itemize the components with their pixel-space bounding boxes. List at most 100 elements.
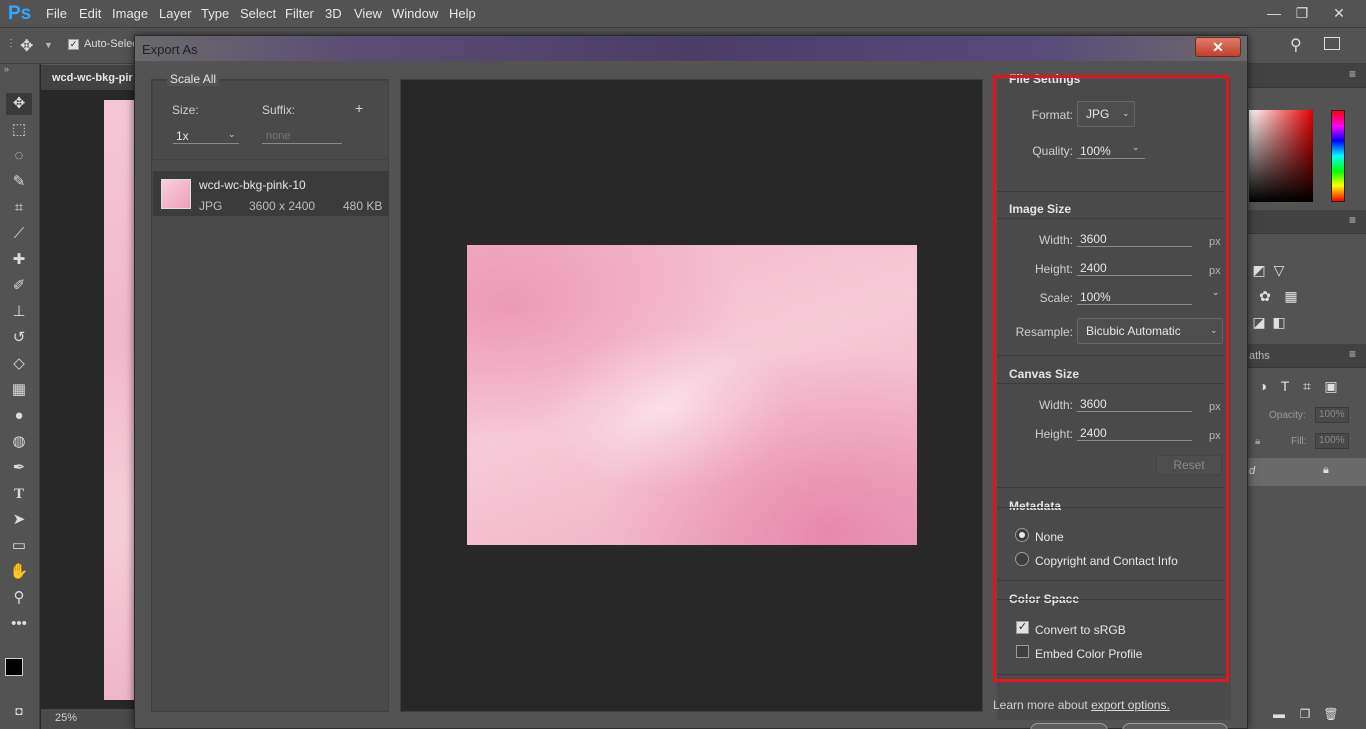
collapse-icon[interactable]: » xyxy=(4,64,9,74)
image-height-input[interactable]: 2400 xyxy=(1077,258,1192,276)
type-filter-icon[interactable]: T xyxy=(1275,376,1295,396)
search-icon[interactable]: ⚲ xyxy=(1290,35,1302,55)
shape-filter-icon[interactable]: ⌗ xyxy=(1297,376,1317,396)
reset-button[interactable]: Reset xyxy=(1156,455,1222,475)
minimize-icon[interactable]: — xyxy=(1263,3,1285,23)
stamp-tool-icon[interactable]: ⊥ xyxy=(6,301,32,323)
export-all-button[interactable] xyxy=(1122,723,1228,729)
convert-srgb-checkbox[interactable]: ✓ xyxy=(1016,621,1029,634)
lasso-tool-icon[interactable]: ◌ xyxy=(6,145,32,167)
menu-help[interactable]: Help xyxy=(449,6,476,21)
eraser-tool-icon[interactable]: ◇ xyxy=(6,353,32,375)
metadata-none-radio[interactable] xyxy=(1015,528,1029,542)
workspace-icon[interactable] xyxy=(1324,37,1340,50)
menu-type[interactable]: Type xyxy=(201,6,229,21)
metadata-copyright-label[interactable]: Copyright and Contact Info xyxy=(1035,554,1178,568)
hand-tool-icon[interactable]: ✋ xyxy=(6,561,32,583)
window-close-icon[interactable]: ✕ xyxy=(1328,3,1350,23)
menu-image[interactable]: Image xyxy=(112,6,148,21)
format-dropdown[interactable]: JPG ⌄ xyxy=(1077,101,1135,127)
menu-edit[interactable]: Edit xyxy=(79,6,101,21)
adjustment-filter-icon[interactable]: ◑ xyxy=(1253,376,1273,396)
smart-object-filter-icon[interactable]: ▣ xyxy=(1321,376,1341,396)
healing-brush-tool-icon[interactable]: ✚ xyxy=(6,249,32,271)
embed-profile-checkbox[interactable] xyxy=(1016,645,1029,658)
chevron-down-icon[interactable]: ⌄ xyxy=(1212,287,1220,298)
lock-icon[interactable]: 🔒︎ xyxy=(1255,436,1260,447)
menu-3d[interactable]: 3D xyxy=(325,6,342,21)
invert-icon[interactable]: ◪ xyxy=(1249,312,1269,332)
new-layer-icon[interactable]: ❐ xyxy=(1295,704,1315,724)
pen-tool-icon[interactable]: ✒ xyxy=(6,457,32,479)
type-tool-icon[interactable]: T xyxy=(6,483,32,505)
menu-layer[interactable]: Layer xyxy=(159,6,192,21)
scale-dropdown[interactable]: 100% xyxy=(1077,287,1192,305)
threshold-icon[interactable]: ◧ xyxy=(1269,312,1289,332)
cancel-button[interactable] xyxy=(1030,723,1108,729)
curves-icon[interactable]: ◩ xyxy=(1249,260,1269,280)
opacity-input[interactable]: 100% xyxy=(1315,407,1349,423)
marquee-tool-icon[interactable]: ⬚ xyxy=(6,119,32,141)
layer-row[interactable]: d 🔒︎ xyxy=(1245,458,1366,486)
export-options-link[interactable]: export options. xyxy=(1091,698,1170,712)
menu-filter[interactable]: Filter xyxy=(285,6,314,21)
more-tools-icon[interactable]: ••• xyxy=(6,613,32,635)
gradient-map-icon[interactable]: ▽ xyxy=(1269,260,1289,280)
panel-menu-icon[interactable]: ≡ xyxy=(1349,67,1356,81)
menu-window[interactable]: Window xyxy=(392,6,438,21)
restore-icon[interactable]: ❐ xyxy=(1291,3,1313,23)
fill-input[interactable]: 100% xyxy=(1315,433,1349,449)
color-lookup-icon[interactable]: ▦ xyxy=(1281,286,1301,306)
resample-value: Bicubic Automatic xyxy=(1086,324,1181,338)
quality-dropdown[interactable]: 100% ⌄ xyxy=(1077,140,1145,159)
channel-mixer-icon[interactable]: ✿ xyxy=(1255,286,1275,306)
tab-paths[interactable]: aths xyxy=(1249,350,1270,362)
zoom-level[interactable]: 25% xyxy=(55,712,77,724)
move-tool-icon[interactable]: ✥ xyxy=(6,93,32,115)
quick-mask-icon[interactable]: ◘ xyxy=(6,700,32,722)
canvas-width-input[interactable]: 3600 xyxy=(1077,394,1192,412)
add-scale-button[interactable]: + xyxy=(355,100,363,116)
menu-view[interactable]: View xyxy=(354,6,382,21)
document-tab[interactable]: wcd-wc-bkg-pir xyxy=(41,64,136,90)
rectangle-tool-icon[interactable]: ▭ xyxy=(6,535,32,557)
gradient-tool-icon[interactable]: ▦ xyxy=(6,379,32,401)
convert-srgb-label[interactable]: Convert to sRGB xyxy=(1035,623,1126,637)
tools-panel: » ✥ ⬚ ◌ ✎ ⌗ ⟋ ✚ ✐ ⊥ ↺ ◇ ▦ ● ◍ ✒ T ➤ ▭ ✋ … xyxy=(0,64,40,729)
chevron-down-icon: ⌄ xyxy=(1210,325,1218,335)
panel-menu-icon[interactable]: ≡ xyxy=(1349,347,1356,361)
brush-tool-icon[interactable]: ✐ xyxy=(6,275,32,297)
foreground-color-swatch[interactable] xyxy=(5,658,23,676)
panel-menu-icon[interactable]: ≡ xyxy=(1349,213,1356,227)
eyedropper-tool-icon[interactable]: ⟋ xyxy=(6,223,32,245)
image-width-input[interactable]: 3600 xyxy=(1077,229,1192,247)
color-picker-field[interactable] xyxy=(1249,110,1313,202)
chevron-down-icon[interactable]: ▼ xyxy=(44,40,53,50)
dialog-titlebar[interactable]: Export As ✕ xyxy=(135,36,1247,61)
embed-profile-label[interactable]: Embed Color Profile xyxy=(1035,647,1142,661)
path-select-tool-icon[interactable]: ➤ xyxy=(6,509,32,531)
suffix-input[interactable]: none xyxy=(262,126,342,144)
canvas-height-input[interactable]: 2400 xyxy=(1077,423,1192,441)
blur-tool-icon[interactable]: ● xyxy=(6,405,32,427)
quick-select-tool-icon[interactable]: ✎ xyxy=(6,171,32,193)
menu-file[interactable]: File xyxy=(46,6,67,21)
format-value: JPG xyxy=(1086,107,1110,121)
history-brush-tool-icon[interactable]: ↺ xyxy=(6,327,32,349)
dodge-tool-icon[interactable]: ◍ xyxy=(6,431,32,453)
metadata-none-label[interactable]: None xyxy=(1035,530,1064,544)
hue-slider[interactable] xyxy=(1331,110,1345,202)
delete-layer-icon[interactable]: 🗑︎ xyxy=(1321,704,1341,724)
asset-list-item[interactable]: wcd-wc-bkg-pink-10 JPG 3600 x 2400 480 K… xyxy=(153,171,389,216)
resample-dropdown[interactable]: Bicubic Automatic ⌄ xyxy=(1077,318,1223,344)
auto-select-checkbox[interactable]: ✓ xyxy=(68,39,79,50)
new-group-icon[interactable]: ▬ xyxy=(1269,704,1289,724)
document-canvas[interactable] xyxy=(104,100,136,700)
metadata-copyright-radio[interactable] xyxy=(1015,552,1029,566)
dialog-close-button[interactable]: ✕ xyxy=(1195,37,1241,57)
size-dropdown[interactable]: 1x ⌄ xyxy=(173,126,239,144)
crop-tool-icon[interactable]: ⌗ xyxy=(6,197,32,219)
move-tool-icon[interactable]: ✥ xyxy=(20,36,33,56)
menu-select[interactable]: Select xyxy=(240,6,276,21)
zoom-tool-icon[interactable]: ⚲ xyxy=(6,587,32,609)
